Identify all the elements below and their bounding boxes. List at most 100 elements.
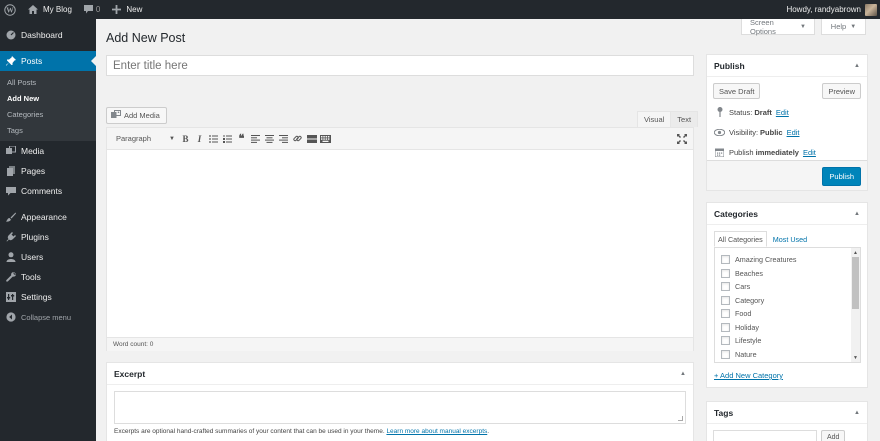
bulleted-list-button[interactable] — [207, 132, 220, 146]
categories-box: Categories ▲ All Categories Most Used Am… — [706, 202, 868, 388]
category-checkbox[interactable] — [721, 336, 730, 346]
new-label: New — [126, 5, 143, 14]
submenu-all-posts[interactable]: All Posts — [0, 75, 96, 91]
pin-icon — [714, 107, 725, 117]
category-checkbox[interactable] — [721, 268, 730, 278]
category-item[interactable]: Cars — [715, 280, 860, 294]
bold-button[interactable]: B — [179, 132, 192, 146]
collapse-arrow-icon[interactable]: ▲ — [854, 211, 860, 217]
tab-visual[interactable]: Visual — [637, 111, 672, 127]
sidebar-item-tools[interactable]: Tools — [0, 267, 96, 287]
paintbrush-icon — [5, 212, 16, 223]
blockquote-button[interactable]: ❝ — [235, 132, 248, 146]
sidebar-item-users[interactable]: Users — [0, 247, 96, 267]
category-item[interactable]: Amazing Creatures — [715, 253, 860, 267]
edit-status-link[interactable]: Edit — [776, 108, 789, 117]
sidebar-item-pages[interactable]: Pages — [0, 161, 96, 181]
category-checkbox[interactable] — [721, 295, 730, 305]
excerpt-help-link[interactable]: Learn more about manual excerpts — [386, 428, 487, 435]
insert-link-button[interactable] — [291, 132, 304, 146]
category-item[interactable]: Food — [715, 307, 860, 321]
categories-header[interactable]: Categories ▲ — [707, 203, 867, 225]
tab-most-used[interactable]: Most Used — [767, 231, 810, 247]
category-item[interactable]: Beaches — [715, 267, 860, 281]
align-left-button[interactable] — [249, 132, 262, 146]
submenu-categories[interactable]: Categories — [0, 107, 96, 123]
new-content-link[interactable]: New — [106, 0, 148, 19]
category-scrollbar[interactable]: ▲ ▼ — [851, 248, 860, 362]
admin-bar: W My Blog 0 New Howdy, randyabrown — [0, 0, 880, 19]
add-media-button[interactable]: Add Media — [106, 107, 167, 124]
italic-button[interactable]: I — [193, 132, 206, 146]
screen-options-button[interactable]: Screen Options ▼ — [741, 18, 815, 36]
collapse-arrow-icon[interactable]: ▲ — [854, 63, 860, 69]
toolbar-toggle-button[interactable] — [319, 132, 332, 146]
sidebar-item-dashboard[interactable]: Dashboard — [0, 25, 96, 45]
excerpt-textarea[interactable] — [114, 391, 686, 424]
category-label: Cars — [735, 282, 751, 292]
tab-text[interactable]: Text — [671, 111, 699, 127]
save-draft-button[interactable]: Save Draft — [713, 83, 761, 99]
comments-link[interactable]: 0 — [78, 0, 106, 19]
tags-header[interactable]: Tags ▲ — [707, 402, 867, 424]
tag-input[interactable] — [713, 430, 817, 441]
insert-read-more-button[interactable] — [305, 132, 318, 146]
tab-all-categories[interactable]: All Categories — [714, 231, 767, 247]
collapse-arrow-icon[interactable]: ▲ — [680, 371, 686, 377]
read-more-icon — [306, 134, 317, 143]
post-title-input[interactable] — [106, 55, 694, 76]
preview-button[interactable]: Preview — [822, 83, 861, 99]
word-count: Word count: 0 — [113, 341, 154, 348]
sidebar-item-media[interactable]: Media — [0, 141, 96, 161]
caret-down-icon: ▼ — [800, 23, 806, 30]
category-checkbox[interactable] — [721, 309, 730, 319]
category-item[interactable]: Lifestyle — [715, 334, 860, 348]
align-right-button[interactable] — [277, 132, 290, 146]
sidebar-item-settings[interactable]: Settings — [0, 287, 96, 307]
category-item[interactable]: Category — [715, 294, 860, 308]
category-checkbox[interactable] — [721, 349, 730, 359]
help-button[interactable]: Help ▼ — [821, 19, 866, 35]
submenu-add-new[interactable]: Add New — [0, 91, 96, 107]
add-tag-button[interactable]: Add — [821, 430, 846, 441]
category-item[interactable]: Holiday — [715, 321, 860, 335]
sidebar-item-plugins[interactable]: Plugins — [0, 227, 96, 247]
submenu-tags[interactable]: Tags — [0, 123, 96, 139]
scroll-up-icon[interactable]: ▲ — [851, 248, 860, 257]
pages-icon — [5, 166, 16, 177]
editor-tabs: Visual Text — [637, 111, 699, 127]
edit-visibility-link[interactable]: Edit — [787, 128, 800, 137]
add-new-category-link[interactable]: + Add New Category — [714, 371, 783, 380]
publish-header[interactable]: Publish ▲ — [707, 55, 867, 77]
align-right-icon — [279, 134, 288, 143]
scroll-thumb[interactable] — [852, 257, 859, 309]
category-checkbox[interactable] — [721, 282, 730, 292]
sidebar-item-appearance[interactable]: Appearance — [0, 207, 96, 227]
my-account-link[interactable]: Howdy, randyabrown — [780, 0, 880, 19]
edit-schedule-link[interactable]: Edit — [803, 148, 816, 157]
excerpt-header[interactable]: Excerpt ▲ — [107, 363, 693, 385]
sidebar-item-posts[interactable]: Posts — [0, 51, 96, 71]
comment-icon — [5, 186, 16, 197]
visibility-label: Visibility: — [729, 127, 759, 137]
collapse-icon — [5, 312, 16, 323]
wordpress-logo-icon[interactable]: W — [0, 0, 22, 19]
category-item[interactable]: Nature — [715, 348, 860, 362]
align-center-button[interactable] — [263, 132, 276, 146]
content-edit-area[interactable] — [107, 150, 693, 337]
tags-input-row: Add — [707, 424, 867, 441]
scroll-down-icon[interactable]: ▼ — [851, 353, 860, 362]
collapse-menu-button[interactable]: Collapse menu — [0, 307, 96, 327]
site-name-link[interactable]: My Blog — [22, 0, 78, 19]
publish-footer: Publish — [707, 160, 867, 190]
sidebar-item-label: Users — [21, 252, 44, 262]
sidebar-item-comments[interactable]: Comments — [0, 181, 96, 201]
distraction-free-button[interactable] — [675, 132, 689, 146]
category-checkbox[interactable] — [721, 255, 730, 265]
publish-button[interactable]: Publish — [822, 167, 861, 186]
numbered-list-button[interactable] — [221, 132, 234, 146]
svg-text:W: W — [6, 5, 14, 14]
format-select[interactable]: Paragraph ▼ — [110, 132, 178, 146]
collapse-arrow-icon[interactable]: ▲ — [854, 410, 860, 416]
category-checkbox[interactable] — [721, 322, 730, 332]
